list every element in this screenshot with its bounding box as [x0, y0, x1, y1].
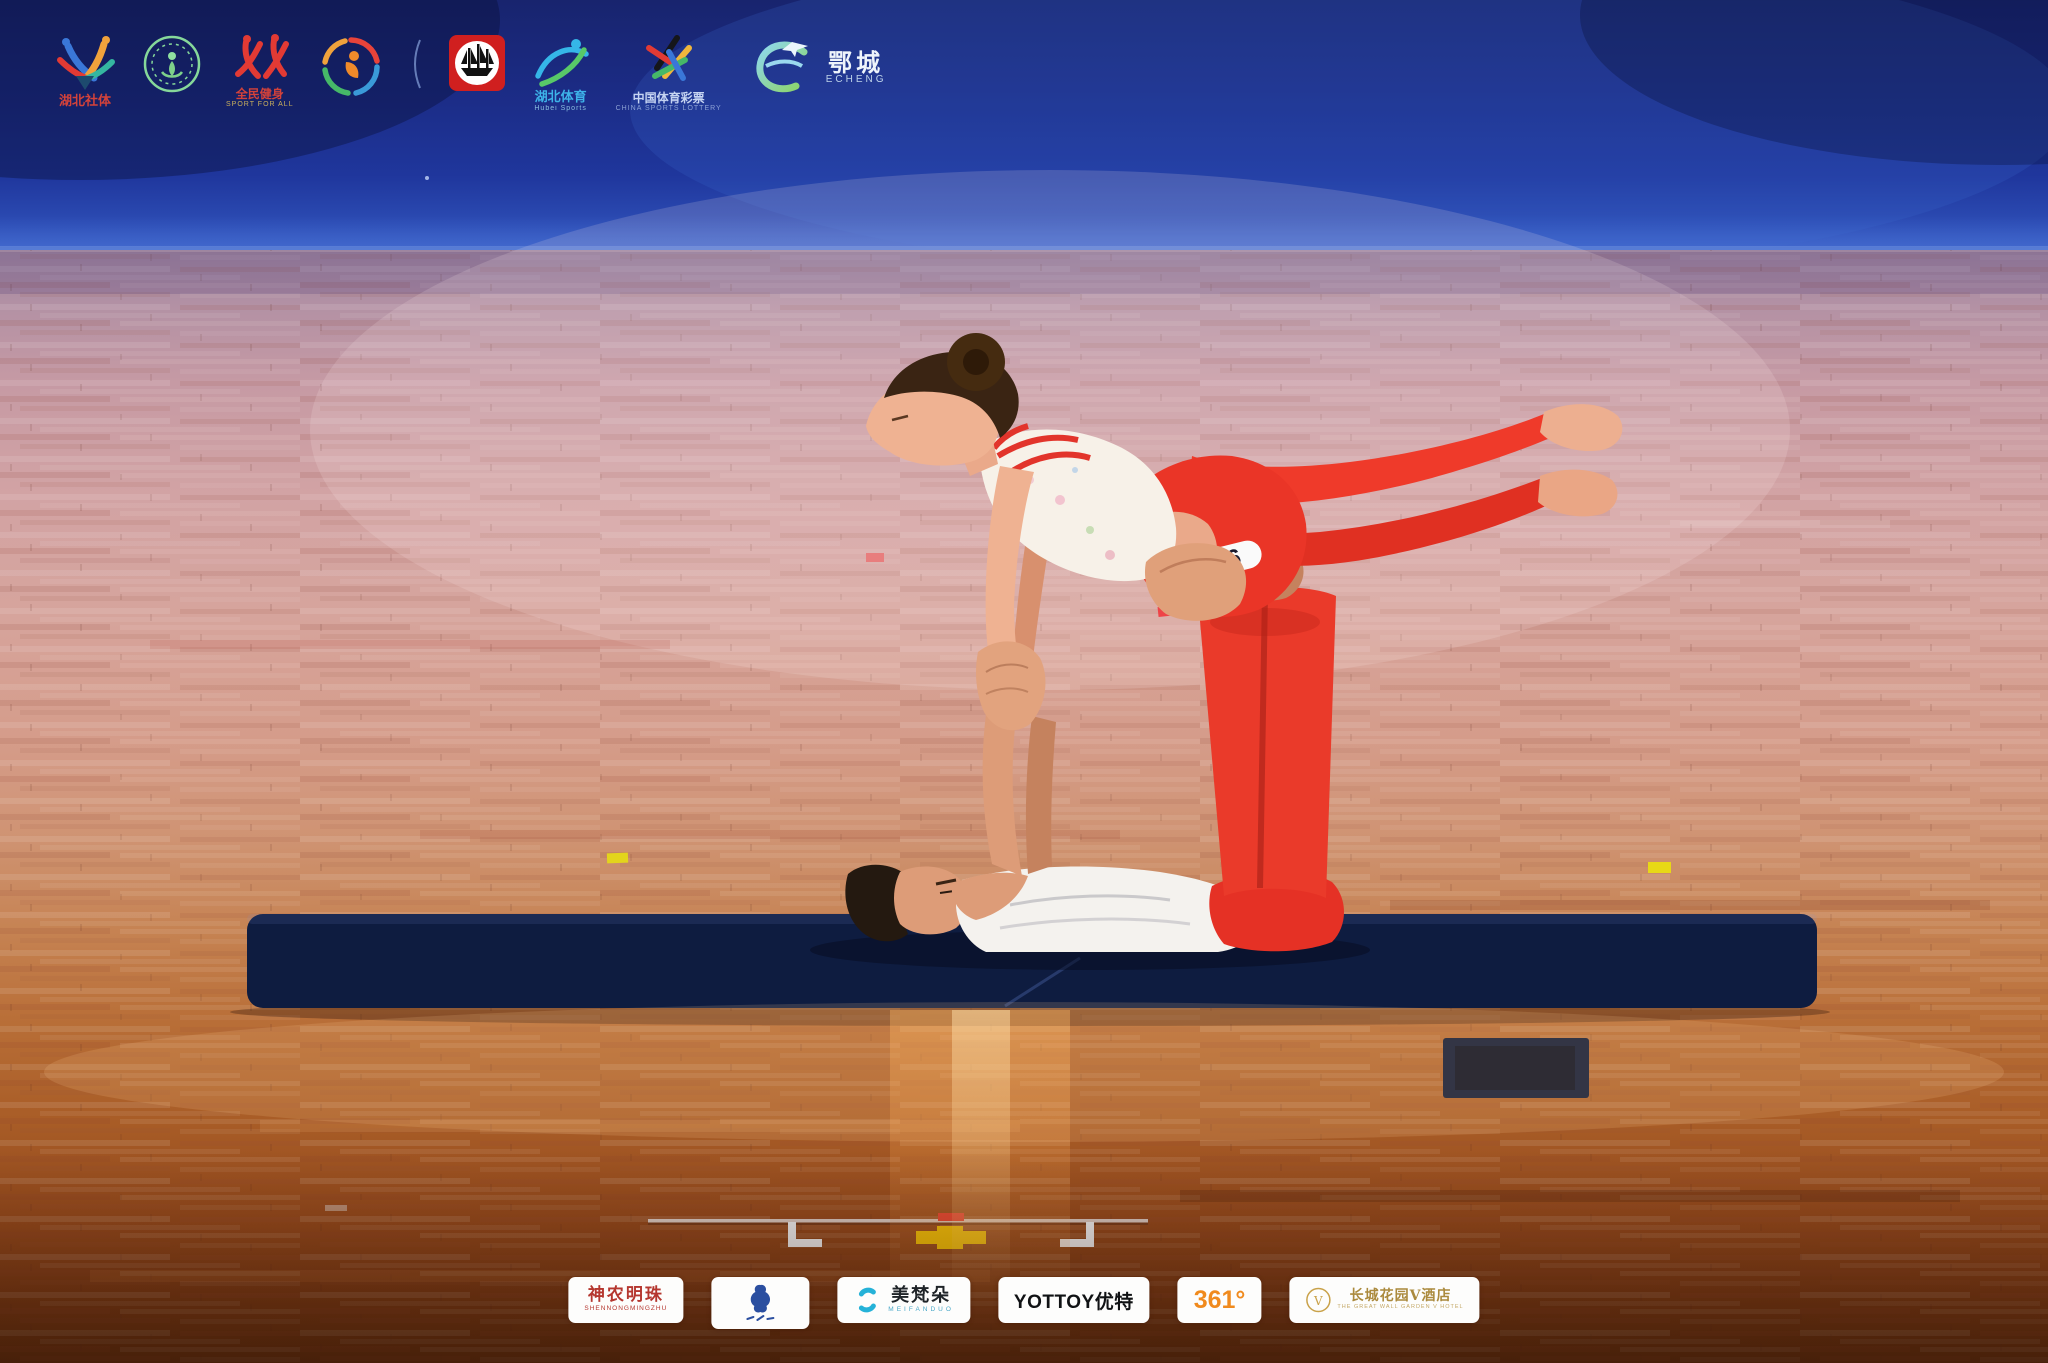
logo-label: 湖北社体 — [59, 95, 111, 109]
rainbow-ring-icon — [318, 34, 384, 100]
logo-label: 鄂城 — [828, 50, 884, 76]
red-runners-icon — [230, 34, 290, 84]
logo-red-ship — [448, 34, 506, 92]
sponsor-title: 美梵朵 — [891, 1287, 951, 1305]
sponsor-subtitle: MEIFANDUO — [888, 1307, 954, 1314]
logo-hubei-social-sports: 湖北社体 — [52, 34, 118, 109]
logo-sport-for-all: 全民健身 SPORT FOR ALL — [226, 34, 294, 109]
sponsor-blue-ink-calligraphy — [711, 1277, 809, 1329]
sponsor-strip: 神农明珠 SHENNONGMINGZHU 美梵朵 MEIFANDUO YOTTO… — [568, 1277, 1479, 1329]
logo-china-sports-lottery: 中国体育彩票 CHINA SPORTS LOTTERY — [616, 34, 722, 113]
sponsor-subtitle: THE GREAT WALL GARDEN V HOTEL — [1337, 1305, 1463, 1311]
event-logo-strip: 湖北社体 全民健身 SPORT FOR ALL — [52, 34, 887, 113]
logo-echeng: 鄂城 ECHENG — [746, 34, 887, 96]
logo-divider — [408, 38, 424, 90]
hotel-emblem-icon: V — [1305, 1287, 1331, 1313]
logo-label: 全民健身 — [236, 87, 284, 101]
green-emblem-icon — [142, 34, 202, 94]
ink-figure-icon — [747, 1284, 773, 1314]
logo-label: 中国体育彩票 — [633, 91, 705, 105]
lottery-ribbons-icon — [639, 34, 699, 88]
sponsor-great-wall-garden-v-hotel: V 长城花园V酒店 THE GREAT WALL GARDEN V HOTEL — [1289, 1277, 1479, 1323]
sponsor-subtitle: SHENNONGMINGZHU — [584, 1306, 667, 1313]
ship-icon — [448, 34, 506, 92]
logo-hubei-sports: 湖北体育 Hubei Sports — [530, 34, 592, 113]
sponsor-shennong-mingzhu: 神农明珠 SHENNONGMINGZHU — [568, 1277, 683, 1323]
colorful-figures-icon — [52, 34, 118, 92]
sponsor-title: 神农明珠 — [588, 1287, 664, 1304]
meifanduo-s-icon — [853, 1286, 881, 1314]
logo-label: 湖北体育 — [535, 91, 587, 105]
flyer-lower-foot — [1538, 470, 1617, 517]
sponsor-title: 361° — [1194, 1286, 1246, 1315]
logo-sublabel: ECHENG — [826, 76, 887, 84]
scene-graphic: 6 — [0, 0, 2048, 1363]
sponsor-yottoy: YOTTOY优特 — [998, 1277, 1150, 1323]
runner-swoosh-icon — [530, 34, 592, 88]
logo-sublabel: SPORT FOR ALL — [226, 101, 294, 109]
logo-sublabel: Hubei Sports — [534, 105, 586, 113]
sponsor-361: 361° — [1178, 1277, 1262, 1323]
logo-rainbow-ring-games — [318, 34, 384, 100]
sponsor-meifanduo: 美梵朵 MEIFANDUO — [837, 1277, 970, 1323]
stage-photo: 6 湖北社体 — [0, 0, 2048, 1363]
logo-sublabel: CHINA SPORTS LOTTERY — [616, 105, 722, 113]
logo-green-association-emblem — [142, 34, 202, 94]
sponsor-title: YOTTOY优特 — [1014, 1287, 1134, 1314]
echeng-swirl-icon — [746, 34, 818, 96]
svg-text:V: V — [1313, 1294, 1323, 1308]
calligraphy-marks — [745, 1314, 775, 1322]
sponsor-title: 长城花园V酒店 — [1350, 1289, 1452, 1303]
